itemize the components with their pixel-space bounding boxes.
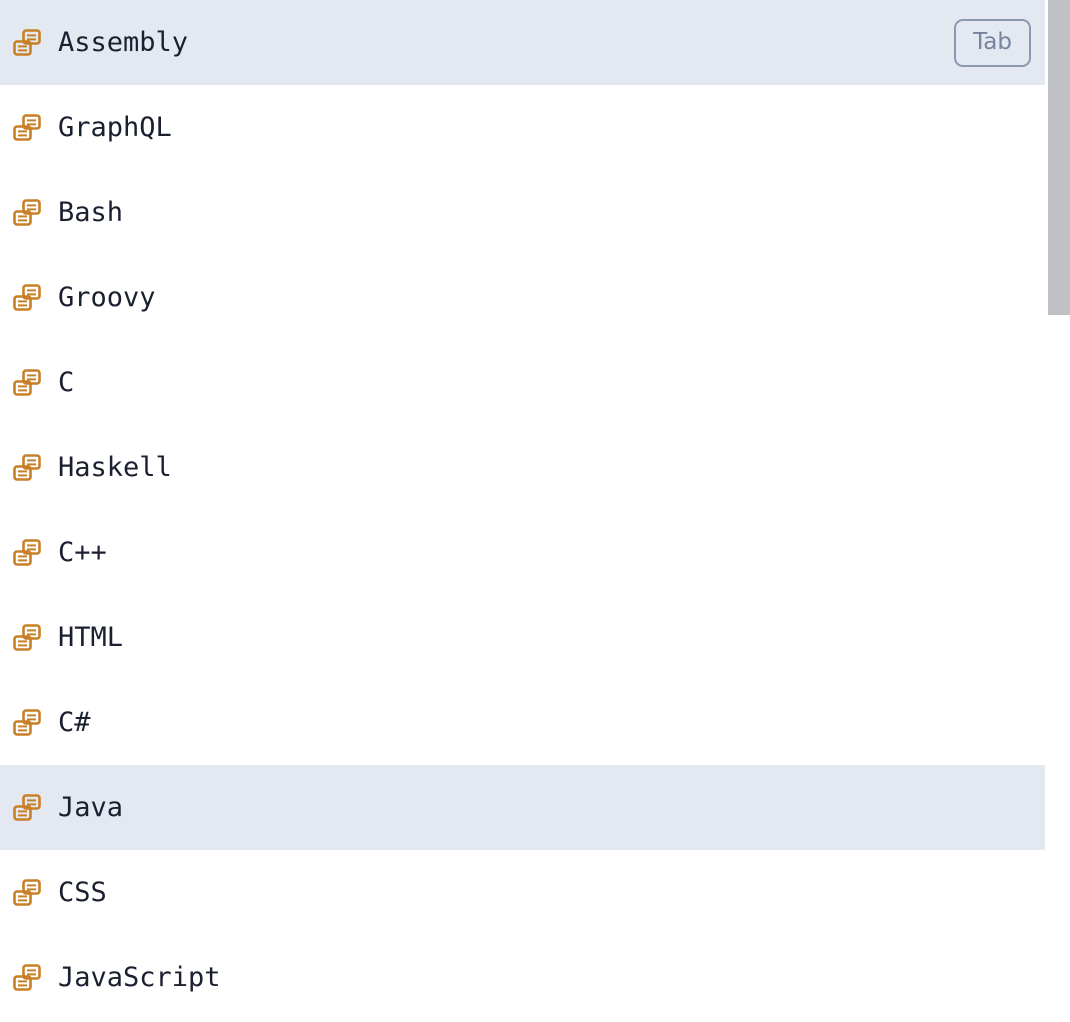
completion-item-label: Groovy [58,282,156,313]
completion-item-label: HTML [58,622,124,653]
code-blocks-icon [13,708,41,736]
completion-item-label: Bash [58,197,124,228]
completion-item-assembly[interactable]: Assembly Tab [0,0,1045,85]
code-blocks-icon [13,283,41,311]
code-blocks-icon [13,113,41,141]
completion-item-groovy[interactable]: Groovy [0,255,1045,340]
completion-item-html[interactable]: HTML [0,595,1045,680]
code-blocks-icon [13,623,41,651]
autocomplete-popup: Assembly Tab GraphQL Bash Groovy C Haskell C++ H… [0,0,1070,1022]
completion-item-label: C++ [58,537,107,568]
completion-item-label: GraphQL [58,112,172,143]
completion-list[interactable]: Assembly Tab GraphQL Bash Groovy C Haskell C++ H… [0,0,1045,1022]
code-blocks-icon [13,368,41,396]
completion-item-label: JavaScript [58,962,221,993]
code-blocks-icon [13,538,41,566]
code-blocks-icon [13,28,41,56]
accept-completion-key-badge[interactable]: Tab [954,18,1031,67]
completion-item-javascript[interactable]: JavaScript [0,935,1045,1020]
completion-item-css[interactable]: CSS [0,850,1045,935]
completion-item-label: Java [58,792,124,823]
completion-item-label: C [58,367,75,398]
completion-item-graphql[interactable]: GraphQL [0,85,1045,170]
completion-item-c[interactable]: C++ [0,510,1045,595]
completion-item-c[interactable]: C# [0,680,1045,765]
completion-item-label: Haskell [58,452,172,483]
completion-item-label: CSS [58,877,107,908]
vertical-scrollbar-thumb[interactable] [1048,0,1070,315]
completion-item-label: Assembly [58,27,189,58]
code-blocks-icon [13,963,41,991]
completion-item-label: C# [58,707,91,738]
code-blocks-icon [13,793,41,821]
code-blocks-icon [13,453,41,481]
completion-item-bash[interactable]: Bash [0,170,1045,255]
completion-item-java[interactable]: Java [0,765,1045,850]
code-blocks-icon [13,198,41,226]
completion-item-c[interactable]: C [0,340,1045,425]
completion-item-haskell[interactable]: Haskell [0,425,1045,510]
vertical-scrollbar-track[interactable] [1045,0,1070,1022]
code-blocks-icon [13,878,41,906]
